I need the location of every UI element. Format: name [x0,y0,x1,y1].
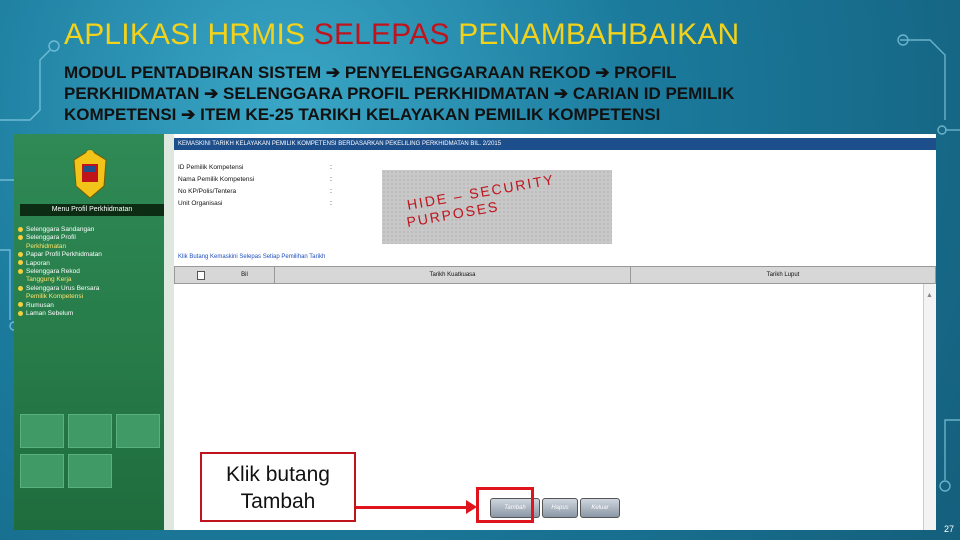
column-header-tarikh-luput: Tarikh Luput [766,272,800,278]
sidebar-item-tanggung-kerja[interactable]: Tanggung Kerja [18,276,164,284]
callout-arrow-line [356,506,472,509]
bullet-icon [18,268,23,274]
scroll-up-icon: ▲ [926,292,933,299]
field-label: Nama Pemilik Kompetensi [178,176,255,183]
callout-line-2: Tambah [240,490,316,513]
exit-button[interactable]: Keluar [580,498,620,518]
info-labels: ID Pemilik Kompetensi Nama Pemilik Kompe… [178,162,254,210]
sidebar-item-label: Pemilik Kompetensi [26,293,84,301]
field-label: ID Pemilik Kompetensi [178,164,244,171]
app-screenshot: Menu Profil Perkhidmatan Selenggara Sand… [14,134,936,530]
sidebar-item-label: Selenggara Rekod [26,268,80,276]
sidebar-divider [164,134,174,530]
sidebar-item-papar-profil[interactable]: Papar Profil Perkhidmatan [18,251,164,259]
slide-title: APLIKASI HRMIS SELEPAS PENAMBAHBAIKAN [64,18,739,52]
instruction-link[interactable]: Klik Butang Kemaskini Selepas Setiap Pem… [178,254,325,260]
column-header-tarikh-kuatkuasa: Tarikh Kuatkuasa [275,267,631,283]
decorative-tile [20,414,64,448]
breadcrumb-line-1: MODUL PENTADBIRAN SISTEM ➔ PENYELENGGARA… [64,63,677,82]
sidebar-item-label: Rumusan [26,301,54,309]
decorative-tile [68,414,112,448]
decorative-tile [68,454,112,488]
sidebar-item-rumusan[interactable]: Rumusan [18,302,164,310]
breadcrumb-line-2: PERKHIDMATAN ➔ SELENGGARA PROFIL PERKHID… [64,84,735,103]
sidebar-item-label: Selenggara Sandangan [26,226,95,233]
breadcrumb-line-3: KOMPETENSI ➔ ITEM KE-25 TARIKH KELAYAKAN… [64,105,661,124]
sidebar-menu: Selenggara Sandangan Selenggara Profil P… [18,226,164,318]
page-number: 27 [943,524,954,534]
redaction-box: HIDE – SECURITY PURPOSES [382,170,612,244]
sidebar-item-label: Laporan [26,259,50,267]
sidebar-item-selenggara-rekod[interactable]: Selenggara Rekod [18,268,164,276]
select-all-checkbox[interactable] [197,271,205,280]
sidebar-item-pemilik-kompetensi[interactable]: Pemilik Kompetensi [18,293,164,301]
decorative-tile [20,454,64,488]
field-label: Unit Organisasi [178,200,223,207]
scrollbar[interactable]: ▲ [923,284,936,530]
sidebar-item-selenggara-profil[interactable]: Selenggara Profil [18,234,164,242]
sidebar-header: Menu Profil Perkhidmatan [20,204,164,216]
sidebar-decoration [20,414,160,514]
sidebar-item-laman-sebelum[interactable]: Laman Sebelum [18,310,164,318]
decorative-tile [116,414,160,448]
sidebar-item-label: Papar Profil Perkhidmatan [26,251,102,259]
sidebar-item-label: Selenggara Profil [26,234,76,242]
title-part-1: APLIKASI HRMIS [64,18,314,51]
column-header-bil: Bil [215,267,275,283]
bullet-icon [18,260,23,266]
bullet-icon [18,310,23,316]
sidebar: Menu Profil Perkhidmatan Selenggara Sand… [14,134,164,530]
bullet-icon [18,252,23,257]
sidebar-item-label: Laman Sebelum [26,310,74,318]
sidebar-item-label: Perkhidmatan [26,242,67,250]
title-part-3: PENAMBAHBAIKAN [449,18,740,51]
field-colons: :::: [330,164,332,207]
title-part-2: SELEPAS [313,18,450,51]
bullet-icon [18,226,23,232]
sidebar-item-label: Tanggung Kerja [26,276,72,284]
bullet-icon [18,285,23,291]
table-header: Bil Tarikh Kuatkuasa Tarikh Luput [174,266,936,284]
page-title: KEMASKINI TARIKH KELAYAKAN PEMILIK KOMPE… [174,138,936,150]
breadcrumb: MODUL PENTADBIRAN SISTEM ➔ PENYELENGGARA… [64,62,924,125]
callout-line-1: Klik butang [226,463,330,486]
highlight-box [476,487,534,523]
instruction-callout: Klik butang Tambah [200,452,356,522]
coat-of-arms-icon [73,149,107,199]
sidebar-item-selenggara-sandangan[interactable]: Selenggara Sandangan [18,226,164,234]
sidebar-item-perkhidmatan[interactable]: Perkhidmatan [18,243,164,251]
sidebar-item-urus-bersara[interactable]: Selenggara Urus Bersara [18,285,164,293]
delete-button[interactable]: Hapus [542,498,578,518]
sidebar-item-label: Selenggara Urus Bersara [26,284,100,292]
sidebar-item-laporan[interactable]: Laporan [18,260,164,268]
bullet-icon [18,235,23,241]
bullet-icon [18,302,23,308]
field-label: No KP/Polis/Tentera [178,188,237,195]
